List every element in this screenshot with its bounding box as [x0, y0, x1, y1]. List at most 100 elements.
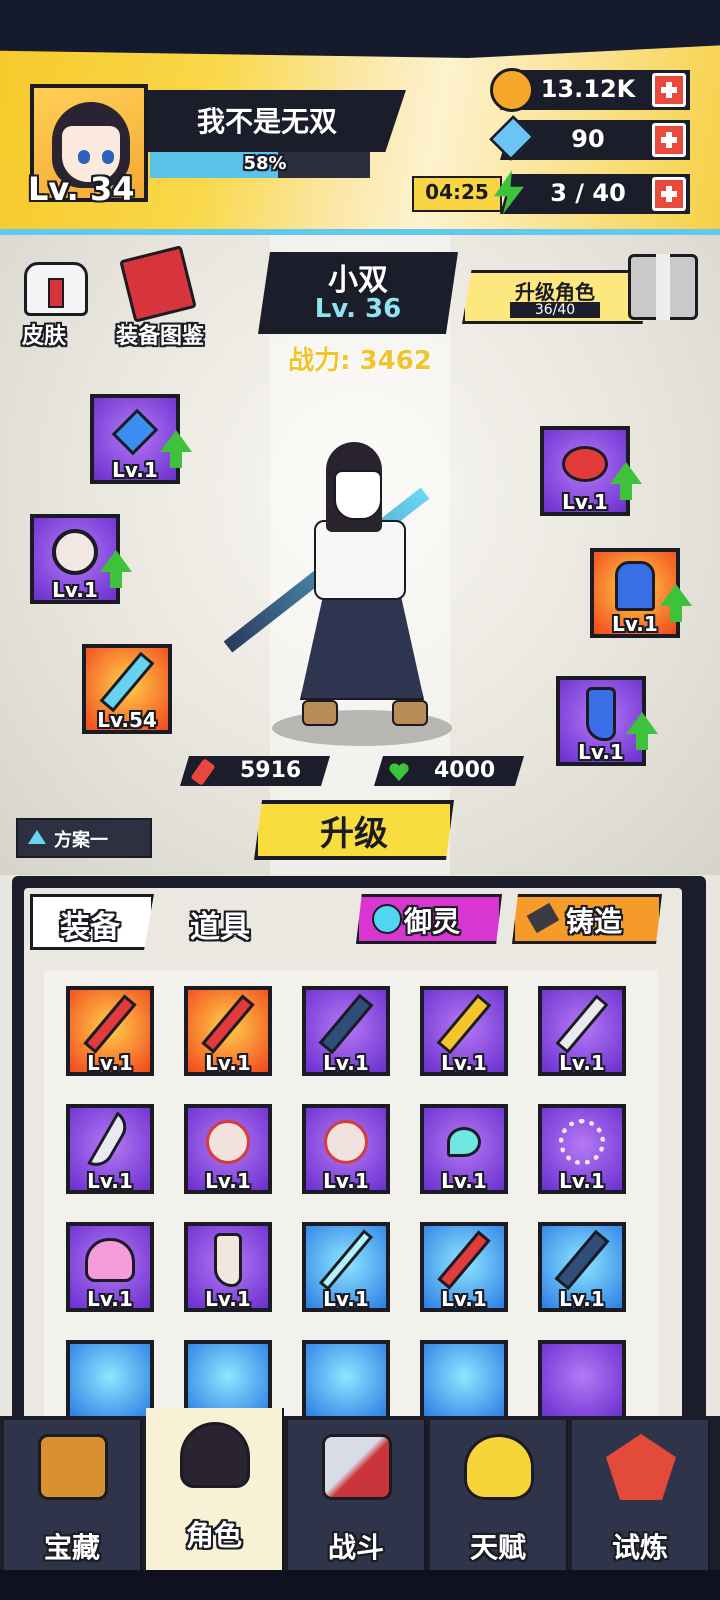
attack-value: 5916: [240, 758, 302, 783]
inventory-item-partial[interactable]: [66, 1340, 154, 1416]
lightbulb-icon: [464, 1434, 534, 1500]
item-level: Lv.1: [205, 1169, 251, 1193]
jagged-blade-icon: [318, 994, 374, 1055]
nav-label: 试炼: [611, 1531, 668, 1564]
equip-slot-ring[interactable]: Lv.1: [30, 514, 132, 604]
equip-level: Lv.1: [562, 490, 608, 514]
heart-icon: [388, 762, 410, 782]
hp-value: 4000: [434, 758, 496, 783]
equip-slot-necklace[interactable]: Lv.1: [90, 394, 192, 484]
item-level: Lv.1: [323, 1287, 369, 1311]
character-body: [314, 520, 406, 600]
system-nav-strip: [0, 1570, 720, 1600]
stamina-timer: 04:25: [425, 180, 489, 204]
equip-level: Lv.54: [97, 708, 157, 732]
spirit-swirl-icon: [372, 904, 402, 934]
red-sword-icon: [83, 994, 137, 1055]
tab-items[interactable]: 道具: [170, 902, 270, 946]
inventory-item[interactable]: Lv.1: [302, 1104, 390, 1194]
avatar-eye-left: [78, 150, 90, 164]
nav-item[interactable]: 宝藏: [4, 1420, 142, 1570]
add-gems-button[interactable]: [652, 123, 686, 157]
item-level: Lv.1: [205, 1287, 251, 1311]
item-level: Lv.1: [323, 1051, 369, 1075]
character-level: Lv. 36: [314, 294, 402, 324]
inventory-item[interactable]: Lv.1: [66, 1104, 154, 1194]
blue-gem-necklace-icon: [111, 409, 159, 456]
cyan-necklace-icon: [447, 1127, 481, 1158]
item-level: Lv.1: [441, 1287, 487, 1311]
nav-item[interactable]: 试炼: [572, 1420, 710, 1570]
blue-gloves-icon: [615, 561, 655, 612]
red-sword-icon: [437, 1230, 491, 1291]
triangle-up-icon: [28, 830, 46, 844]
inventory-item[interactable]: Lv.1: [302, 1222, 390, 1312]
equip-slot-armor[interactable]: Lv.1: [590, 548, 692, 638]
spirit-label: 御灵: [404, 905, 461, 938]
equip-level: Lv.1: [578, 740, 624, 764]
equip-level: Lv.1: [52, 578, 98, 602]
inventory-item[interactable]: Lv.1: [420, 1222, 508, 1312]
character-name: 小双: [328, 263, 388, 298]
red-ring-icon: [324, 1120, 368, 1165]
equip-slot-boots[interactable]: Lv.1: [556, 676, 658, 766]
skin-label[interactable]: 皮肤: [22, 318, 66, 350]
inventory-item-partial[interactable]: [420, 1340, 508, 1416]
charm-ring-icon: [52, 529, 98, 576]
codex-label[interactable]: 装备图鉴: [116, 318, 204, 350]
crossed-swords-icon: [322, 1434, 392, 1500]
item-level: Lv.1: [441, 1051, 487, 1075]
item-level: Lv.1: [559, 1169, 605, 1193]
player-level: Lv. 34: [28, 170, 135, 208]
brown-boots-icon: [214, 1233, 242, 1288]
item-level: Lv.1: [87, 1169, 133, 1193]
silver-blade-icon: [555, 994, 609, 1055]
item-level: Lv.1: [559, 1287, 605, 1311]
red-sword-icon: [201, 994, 255, 1055]
inventory-item[interactable]: Lv.1: [66, 1222, 154, 1312]
inventory-item[interactable]: Lv.1: [302, 986, 390, 1076]
inventory-item[interactable]: Lv.1: [184, 1222, 272, 1312]
inventory-item[interactable]: Lv.1: [538, 1222, 626, 1312]
equip-slot-helmet[interactable]: Lv.1: [540, 426, 642, 516]
nav-item[interactable]: 角色: [146, 1408, 284, 1570]
upgrade-button-label: 升级: [320, 814, 388, 854]
upgrade-arrow-icon: [610, 462, 642, 500]
nav-item[interactable]: 天赋: [430, 1420, 568, 1570]
character-portrait-icon: [180, 1422, 250, 1488]
blade-icon: [99, 652, 155, 713]
inventory-item-partial[interactable]: [538, 1340, 626, 1416]
inventory-item[interactable]: Lv.1: [420, 1104, 508, 1194]
add-stamina-button[interactable]: [652, 177, 686, 211]
add-coins-button[interactable]: [652, 73, 686, 107]
inventory-item[interactable]: Lv.1: [538, 1104, 626, 1194]
upgrade-character-label: 升级角色: [515, 280, 595, 304]
uniform-icon[interactable]: [16, 258, 94, 318]
nav-item[interactable]: 战斗: [288, 1420, 426, 1570]
character-left-shoe: [302, 700, 338, 726]
item-level: Lv.1: [205, 1051, 251, 1075]
upgrade-arrow-icon: [100, 550, 132, 588]
forge-label: 铸造: [566, 905, 623, 938]
trial-emblem-icon: [606, 1434, 676, 1500]
blue-boots-icon: [586, 687, 616, 742]
upgrade-arrow-icon: [626, 712, 658, 750]
equip-slot-weapon[interactable]: Lv.54: [82, 644, 172, 734]
upgrade-character-progress: 36/40: [510, 302, 600, 318]
item-level: Lv.1: [87, 1051, 133, 1075]
inventory-item[interactable]: Lv.1: [184, 1104, 272, 1194]
golden-blade-icon: [436, 994, 492, 1055]
inventory-item[interactable]: Lv.1: [184, 986, 272, 1076]
inventory-item[interactable]: Lv.1: [66, 986, 154, 1076]
nav-label: 战斗: [327, 1531, 384, 1564]
exp-percent: 58%: [243, 153, 287, 174]
equip-level: Lv.1: [112, 458, 158, 482]
inventory-item[interactable]: Lv.1: [420, 986, 508, 1076]
item-level: Lv.1: [441, 1169, 487, 1193]
inventory-item-partial[interactable]: [184, 1340, 272, 1416]
inventory-item-partial[interactable]: [302, 1340, 390, 1416]
red-ribbon-icon: [562, 446, 608, 483]
inventory-item[interactable]: Lv.1: [538, 986, 626, 1076]
jagged-blade-icon: [554, 1230, 610, 1291]
nav-label: 宝藏: [43, 1531, 100, 1564]
